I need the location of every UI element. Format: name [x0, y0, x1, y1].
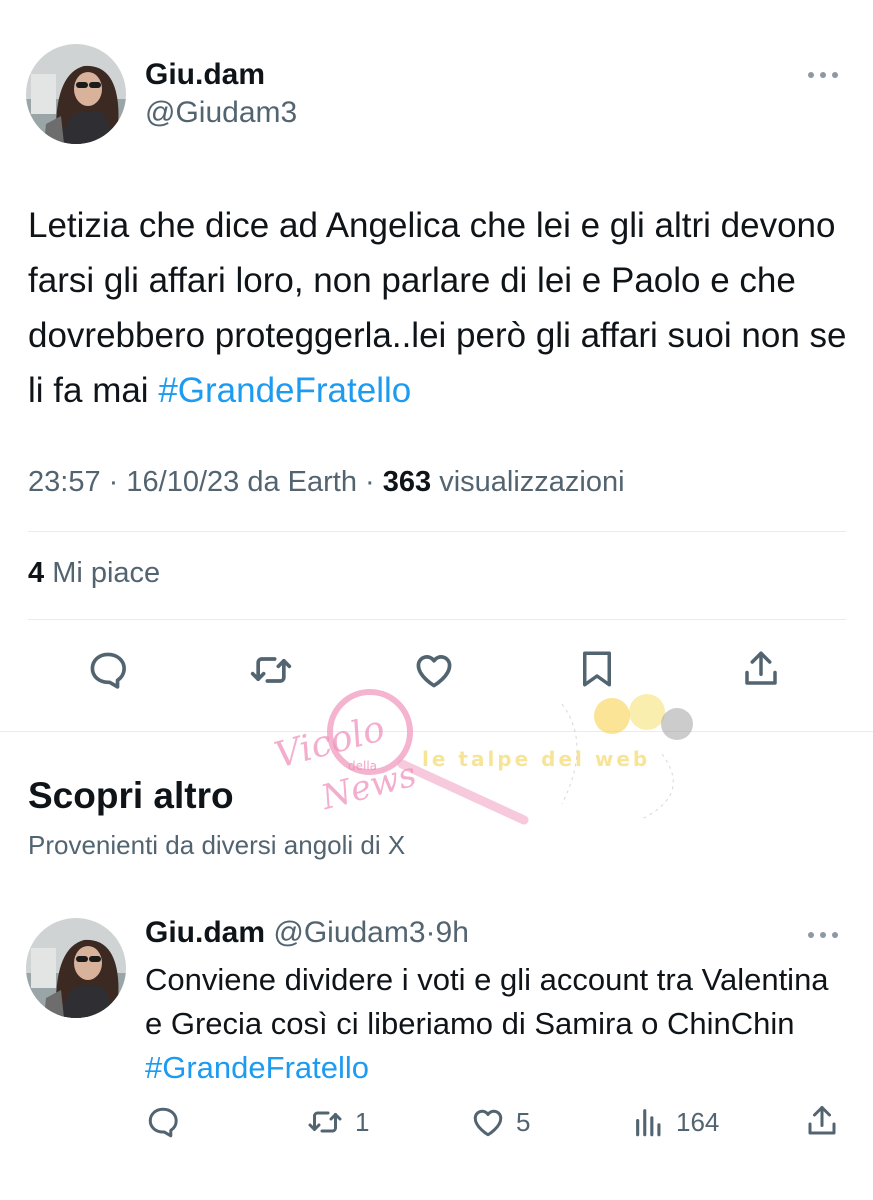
like-icon: [416, 655, 452, 688]
share-button[interactable]: [740, 646, 782, 692]
discover-subtitle: Provenienti da diversi angoli di X: [28, 830, 406, 860]
retweet-count: 1: [355, 1106, 370, 1137]
share-icon: [745, 651, 777, 685]
meta-separator: ·: [108, 466, 119, 498]
reply-button[interactable]: [86, 648, 130, 692]
like-button[interactable]: [412, 648, 456, 692]
retweet-icon: [250, 657, 292, 683]
watermark-logo: Vicolo della News le talpe del web: [262, 684, 702, 834]
watermark-logo-text: Vicolo: [270, 708, 389, 777]
tweet-body: Letizia che dice ad Angelica che lei e g…: [28, 206, 847, 410]
views-count: 363: [382, 466, 432, 498]
author-avatar[interactable]: [26, 918, 126, 1018]
tweet-body: Conviene dividere i voti e gli account t…: [145, 962, 829, 1041]
likes-label: Mi piace: [52, 557, 161, 589]
reply-icon: [90, 652, 126, 689]
bookmark-button[interactable]: [576, 646, 618, 692]
views-chart-icon: [636, 1109, 661, 1137]
author-name[interactable]: Giu.dam: [145, 58, 265, 92]
meta-separator: ·: [365, 466, 375, 498]
tweet-date-source[interactable]: 16/10/23 da Earth: [126, 466, 357, 498]
hashtag-link[interactable]: #GrandeFratello: [145, 1050, 369, 1085]
views-button[interactable]: 164: [632, 1104, 719, 1140]
author-avatar[interactable]: [26, 44, 126, 144]
watermark-banner-text: le talpe del web: [422, 747, 650, 771]
author-name[interactable]: Giu.dam: [145, 916, 265, 949]
tweet-time[interactable]: 23:57: [28, 466, 101, 498]
divider: [28, 619, 846, 620]
like-icon: [473, 1109, 503, 1137]
like-button[interactable]: 5: [470, 1104, 530, 1140]
tweet-text: Letizia che dice ad Angelica che lei e g…: [28, 198, 848, 418]
reply-button[interactable]: [145, 1104, 181, 1140]
likes-summary[interactable]: 4 Mi piace: [28, 557, 160, 590]
like-count: 5: [516, 1106, 531, 1137]
hashtag-link[interactable]: #GrandeFratello: [158, 371, 411, 410]
retweet-icon: [308, 1111, 342, 1133]
reply-icon: [148, 1107, 178, 1138]
share-icon: [808, 1106, 836, 1135]
more-dots-icon[interactable]: [806, 918, 840, 949]
author-handle[interactable]: @Giudam3: [145, 96, 297, 130]
more-dots-icon[interactable]: [806, 58, 840, 89]
likes-count: 4: [28, 557, 45, 589]
retweet-button[interactable]: [248, 648, 294, 692]
retweet-button[interactable]: 1: [305, 1104, 369, 1140]
views-label: visualizzazioni: [439, 466, 625, 498]
watermark-logo-text: News: [316, 755, 420, 819]
author-handle[interactable]: @Giudam3: [273, 916, 425, 949]
divider: [28, 531, 846, 532]
tweet-age[interactable]: 9h: [436, 916, 469, 949]
share-button[interactable]: [804, 1102, 840, 1140]
suggested-tweet-header: Giu.dam @Giudam3·9h: [145, 916, 469, 950]
discover-title: Scopri altro: [28, 775, 234, 816]
watermark-logo-text: della: [348, 759, 377, 773]
suggested-tweet-text: Conviene dividere i voti e gli account t…: [145, 958, 850, 1090]
header-separator: ·: [425, 916, 436, 949]
section-divider: [0, 731, 873, 732]
bookmark-icon: [583, 651, 611, 687]
tweet-meta: 23:57 · 16/10/23 da Earth · 363 visualiz…: [28, 466, 625, 499]
views-count: 164: [676, 1106, 720, 1137]
